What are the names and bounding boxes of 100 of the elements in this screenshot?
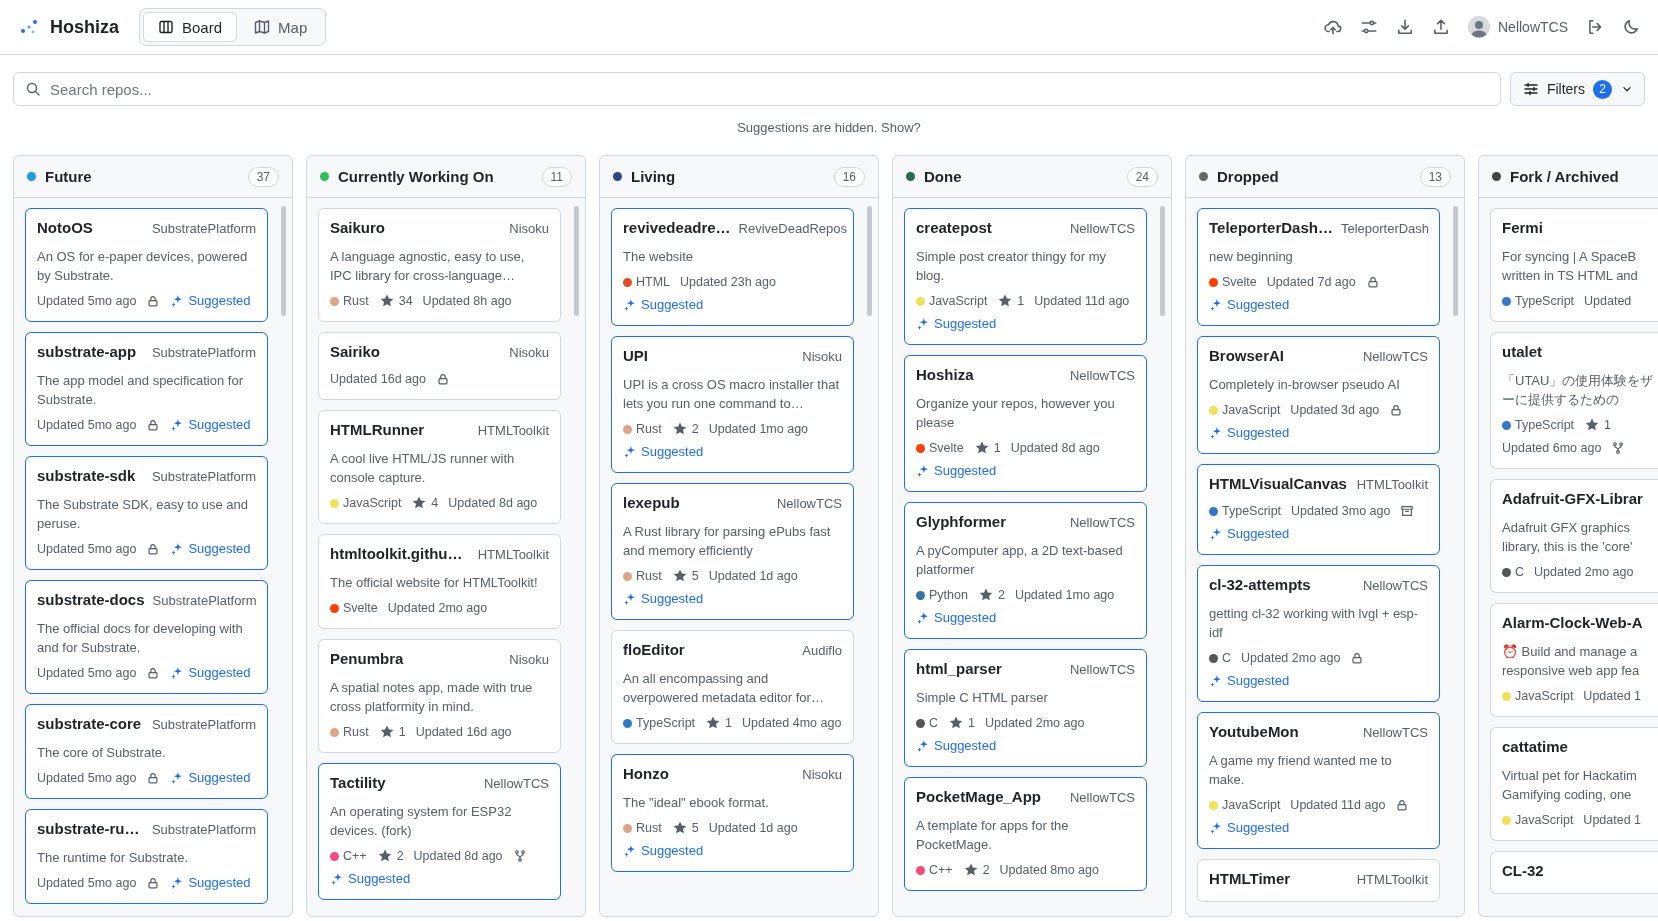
repo-card[interactable]: HTMLRunner HTMLToolkit A cool live HTML/JS runner with console capture. JavaScript 4 Updated 8d ago bbox=[318, 410, 561, 524]
repo-card[interactable]: NotoOS SubstratePlatform An OS for e-paper devices, powered by Substrate. Updated 5mo ago Suggested bbox=[25, 208, 268, 322]
user-name[interactable]: NellowTCS bbox=[1498, 19, 1568, 35]
repo-card[interactable]: revivedeadre… ReviveDeadRepos The website HTML Updated 23h ago Suggested bbox=[611, 208, 854, 326]
repo-card[interactable]: htmltoolkit.githu… HTMLToolkit The official website for HTMLToolkit! Svelte Updated 2mo ago bbox=[318, 534, 561, 629]
repo-card[interactable]: substrate-core SubstratePlatform The core of Substrate. Updated 5mo ago Suggested bbox=[25, 704, 268, 799]
suggested-label: Suggested bbox=[188, 769, 251, 787]
view-tab[interactable]: Board bbox=[143, 12, 238, 42]
repo-name: HTMLRunner bbox=[330, 421, 425, 438]
repo-description: Virtual pet for Hackatim Gamifying coding, one bbox=[1502, 767, 1638, 804]
repo-name: substrate-core bbox=[37, 715, 142, 732]
updated-time: Updated 1d ago bbox=[708, 568, 798, 585]
star-icon bbox=[977, 587, 994, 603]
scrollbar[interactable] bbox=[574, 206, 579, 316]
repo-card[interactable]: cl-32-attempts NellowTCS getting cl-32 working with lvgl + esp-idf C Updated 2mo ago Suggested bbox=[1197, 565, 1440, 702]
repo-description: Organize your repos, however you please bbox=[916, 395, 1116, 432]
repo-card[interactable]: lexepub NellowTCS A Rust library for parsing ePubs fast and memory efficiently Rust 5 Updated 1d ago Suggested bbox=[611, 483, 854, 620]
download-button[interactable] bbox=[1396, 18, 1414, 36]
suggested-label: Suggested bbox=[348, 870, 411, 888]
language-label: C++ bbox=[929, 862, 953, 879]
sliders-button[interactable] bbox=[1360, 18, 1378, 36]
column-title: Done bbox=[924, 168, 962, 185]
suggested-label: Suggested bbox=[1227, 672, 1290, 690]
repo-card[interactable]: html_parser NellowTCS Simple C HTML parser C 1 Updated 2mo ago Suggested bbox=[904, 649, 1147, 767]
cloud-upload-button[interactable] bbox=[1324, 18, 1342, 36]
star-count: 5 bbox=[691, 568, 699, 585]
suggested-label: Suggested bbox=[934, 315, 997, 333]
moon-button[interactable] bbox=[1622, 18, 1640, 36]
language-label: Svelte bbox=[1222, 274, 1257, 291]
scrollbar[interactable] bbox=[1453, 206, 1458, 316]
moon-icon bbox=[1622, 18, 1640, 36]
repo-card[interactable]: substrate-ru… SubstratePlatform The runtime for Substrate. Updated 5mo ago Suggested bbox=[25, 809, 268, 904]
repo-card[interactable]: Adafruit-GFX-Librar Adafruit GFX graphics library, this is the 'core' C Updated 2mo ago bbox=[1490, 479, 1658, 593]
repo-owner: TeleporterDash bbox=[1340, 221, 1430, 236]
repo-owner: ReviveDeadRepos bbox=[738, 221, 847, 236]
filters-button[interactable]: Filters 2 bbox=[1509, 72, 1645, 106]
scrollbar[interactable] bbox=[1160, 206, 1165, 316]
repo-description: An all encompassing and overpowered metadata editor for… bbox=[623, 670, 825, 707]
avatar[interactable] bbox=[1468, 16, 1490, 38]
repo-card[interactable]: utalet 「UTAU」の使用体験をザーに提供するための TypeScript 1 Updated 6mo ago bbox=[1490, 332, 1658, 469]
repo-card[interactable]: UPI Nisoku UPI is a cross OS macro installer that lets you run one command to… Rust 2 Updated 1mo ago Suggested bbox=[611, 336, 854, 473]
view-tab[interactable]: Map bbox=[239, 12, 323, 42]
language-label: JavaScript bbox=[1222, 797, 1281, 814]
repo-owner: NellowTCS bbox=[1363, 578, 1428, 593]
upload-button[interactable] bbox=[1432, 18, 1450, 36]
star-count: 1 bbox=[993, 440, 1001, 457]
repo-card[interactable]: Honzo Nisoku The "ideal" ebook format. Rust 5 Updated 1d ago Suggested bbox=[611, 754, 854, 872]
repo-owner: Nisoku bbox=[802, 349, 842, 364]
repo-card[interactable]: Penumbra Nisoku A spatial notes app, made with true cross platformity in mind. Rust 1 Updated 16d ago bbox=[318, 639, 561, 753]
repo-card[interactable]: Fermi For syncing | A SpaceB written in TS HTML and TypeScript Updated bbox=[1490, 208, 1658, 322]
repo-card[interactable]: YoutubeMon NellowTCS A game my friend wanted me to make. JavaScript Updated 11d ago Suggested bbox=[1197, 712, 1440, 849]
repo-card[interactable]: HTMLTimer HTMLToolkit bbox=[1197, 859, 1440, 902]
repo-card[interactable]: substrate-sdk SubstratePlatform The Substrate SDK, easy to use and peruse. Updated 5mo ago Suggested bbox=[25, 456, 268, 570]
sparkle-icon bbox=[1209, 821, 1223, 835]
repo-description: For syncing | A SpaceB written in TS HTML and bbox=[1502, 248, 1639, 285]
repo-description: The website bbox=[623, 248, 695, 266]
scrollbar[interactable] bbox=[867, 206, 872, 316]
repo-name: substrate-sdk bbox=[37, 467, 136, 484]
repo-card[interactable]: PocketMage_App NellowTCS A template for apps for the PocketMage. C++ 2 Updated 8mo ago bbox=[904, 777, 1147, 891]
language-label: C bbox=[929, 715, 939, 732]
repo-card[interactable]: Sairiko Nisoku Updated 16d ago bbox=[318, 332, 561, 400]
suggested-label: Suggested bbox=[1227, 424, 1290, 442]
logout-button[interactable] bbox=[1586, 18, 1604, 36]
repo-owner: HTMLToolkit bbox=[1356, 477, 1428, 492]
repo-card[interactable]: substrate-docs SubstratePlatform The official docs for developing with and for Substrate. Updated 5mo ago Suggested bbox=[25, 580, 268, 694]
repo-name: substrate-app bbox=[37, 343, 137, 360]
repo-card[interactable]: Glyphformer NellowTCS A pyComputer app, a 2D text-based platformer Python 2 Updated 1mo ago Suggested bbox=[904, 502, 1147, 639]
repo-name: substrate-docs bbox=[37, 591, 145, 608]
star-count: 5 bbox=[691, 820, 699, 837]
updated-time: Updated 16d ago bbox=[330, 371, 426, 388]
repo-description: new beginning bbox=[1209, 248, 1294, 266]
repo-owner: NellowTCS bbox=[1070, 368, 1135, 383]
repo-owner: SubstratePlatform bbox=[152, 593, 257, 608]
repo-name: substrate-ru… bbox=[37, 820, 140, 837]
repo-description: An operating system for ESP32 devices. (fork) bbox=[330, 803, 513, 840]
repo-card[interactable]: cattatime Virtual pet for Hackatim Gamifying coding, one JavaScript Updated 1 bbox=[1490, 727, 1658, 841]
repo-name: Hoshiza bbox=[916, 366, 974, 383]
repo-card[interactable]: Hoshiza NellowTCS Organize your repos, however you please Svelte 1 Updated 8d ago Suggested bbox=[904, 355, 1147, 492]
repo-card[interactable]: CL-32 bbox=[1490, 851, 1658, 894]
repo-card[interactable]: TeleporterDash… TeleporterDash new beginning Svelte Updated 7d ago Suggested bbox=[1197, 208, 1440, 326]
repo-card[interactable]: HTMLVisualCanvas HTMLToolkit TypeScript Updated 3mo ago Suggested bbox=[1197, 464, 1440, 555]
show-link[interactable]: Show? bbox=[881, 120, 921, 135]
repo-card[interactable]: Saikuro Nisoku A language agnostic, easy to use, IPC library for cross-language… Rust 34 Updated 8h ago bbox=[318, 208, 561, 322]
star-count: 1 bbox=[725, 715, 732, 732]
repo-card[interactable]: BrowserAI NellowTCS Completely in-browser pseudo AI JavaScript Updated 3d ago Suggested bbox=[1197, 336, 1440, 454]
repo-card[interactable]: substrate-app SubstratePlatform The app model and specification for Substrate. Updated 5mo ago Suggested bbox=[25, 332, 268, 446]
updated-time: Updated 3mo ago bbox=[1291, 503, 1391, 520]
repo-card[interactable]: createpost NellowTCS Simple post creator thingy for my blog. JavaScript 1 Updated 11d ago Suggested bbox=[904, 208, 1147, 345]
suggested-label: Suggested bbox=[188, 292, 251, 310]
repo-card[interactable]: floEditor Audiflo An all encompassing and overpowered metadata editor for… TypeScript 1 Updated 4mo ago bbox=[611, 630, 854, 744]
repo-description: UPI is a cross OS macro installer that lets you run one command to… bbox=[623, 376, 840, 413]
repo-card[interactable]: Alarm-Clock-Web-A ⏰ Build and manage a responsive web app fea JavaScript Updated 1 bbox=[1490, 603, 1658, 717]
star-count: 1 bbox=[398, 724, 406, 741]
search-field[interactable]: Search repos... bbox=[13, 72, 1501, 106]
star-icon bbox=[671, 421, 688, 437]
updated-time: Updated 8h ago bbox=[422, 293, 512, 310]
suggested-label: Suggested bbox=[1227, 819, 1290, 837]
repo-card[interactable]: Tactility NellowTCS An operating system for ESP32 devices. (fork) C++ 2 Updated 8d ago Suggested bbox=[318, 763, 561, 900]
suggested-label: Suggested bbox=[1227, 296, 1290, 314]
scrollbar[interactable] bbox=[281, 206, 286, 316]
